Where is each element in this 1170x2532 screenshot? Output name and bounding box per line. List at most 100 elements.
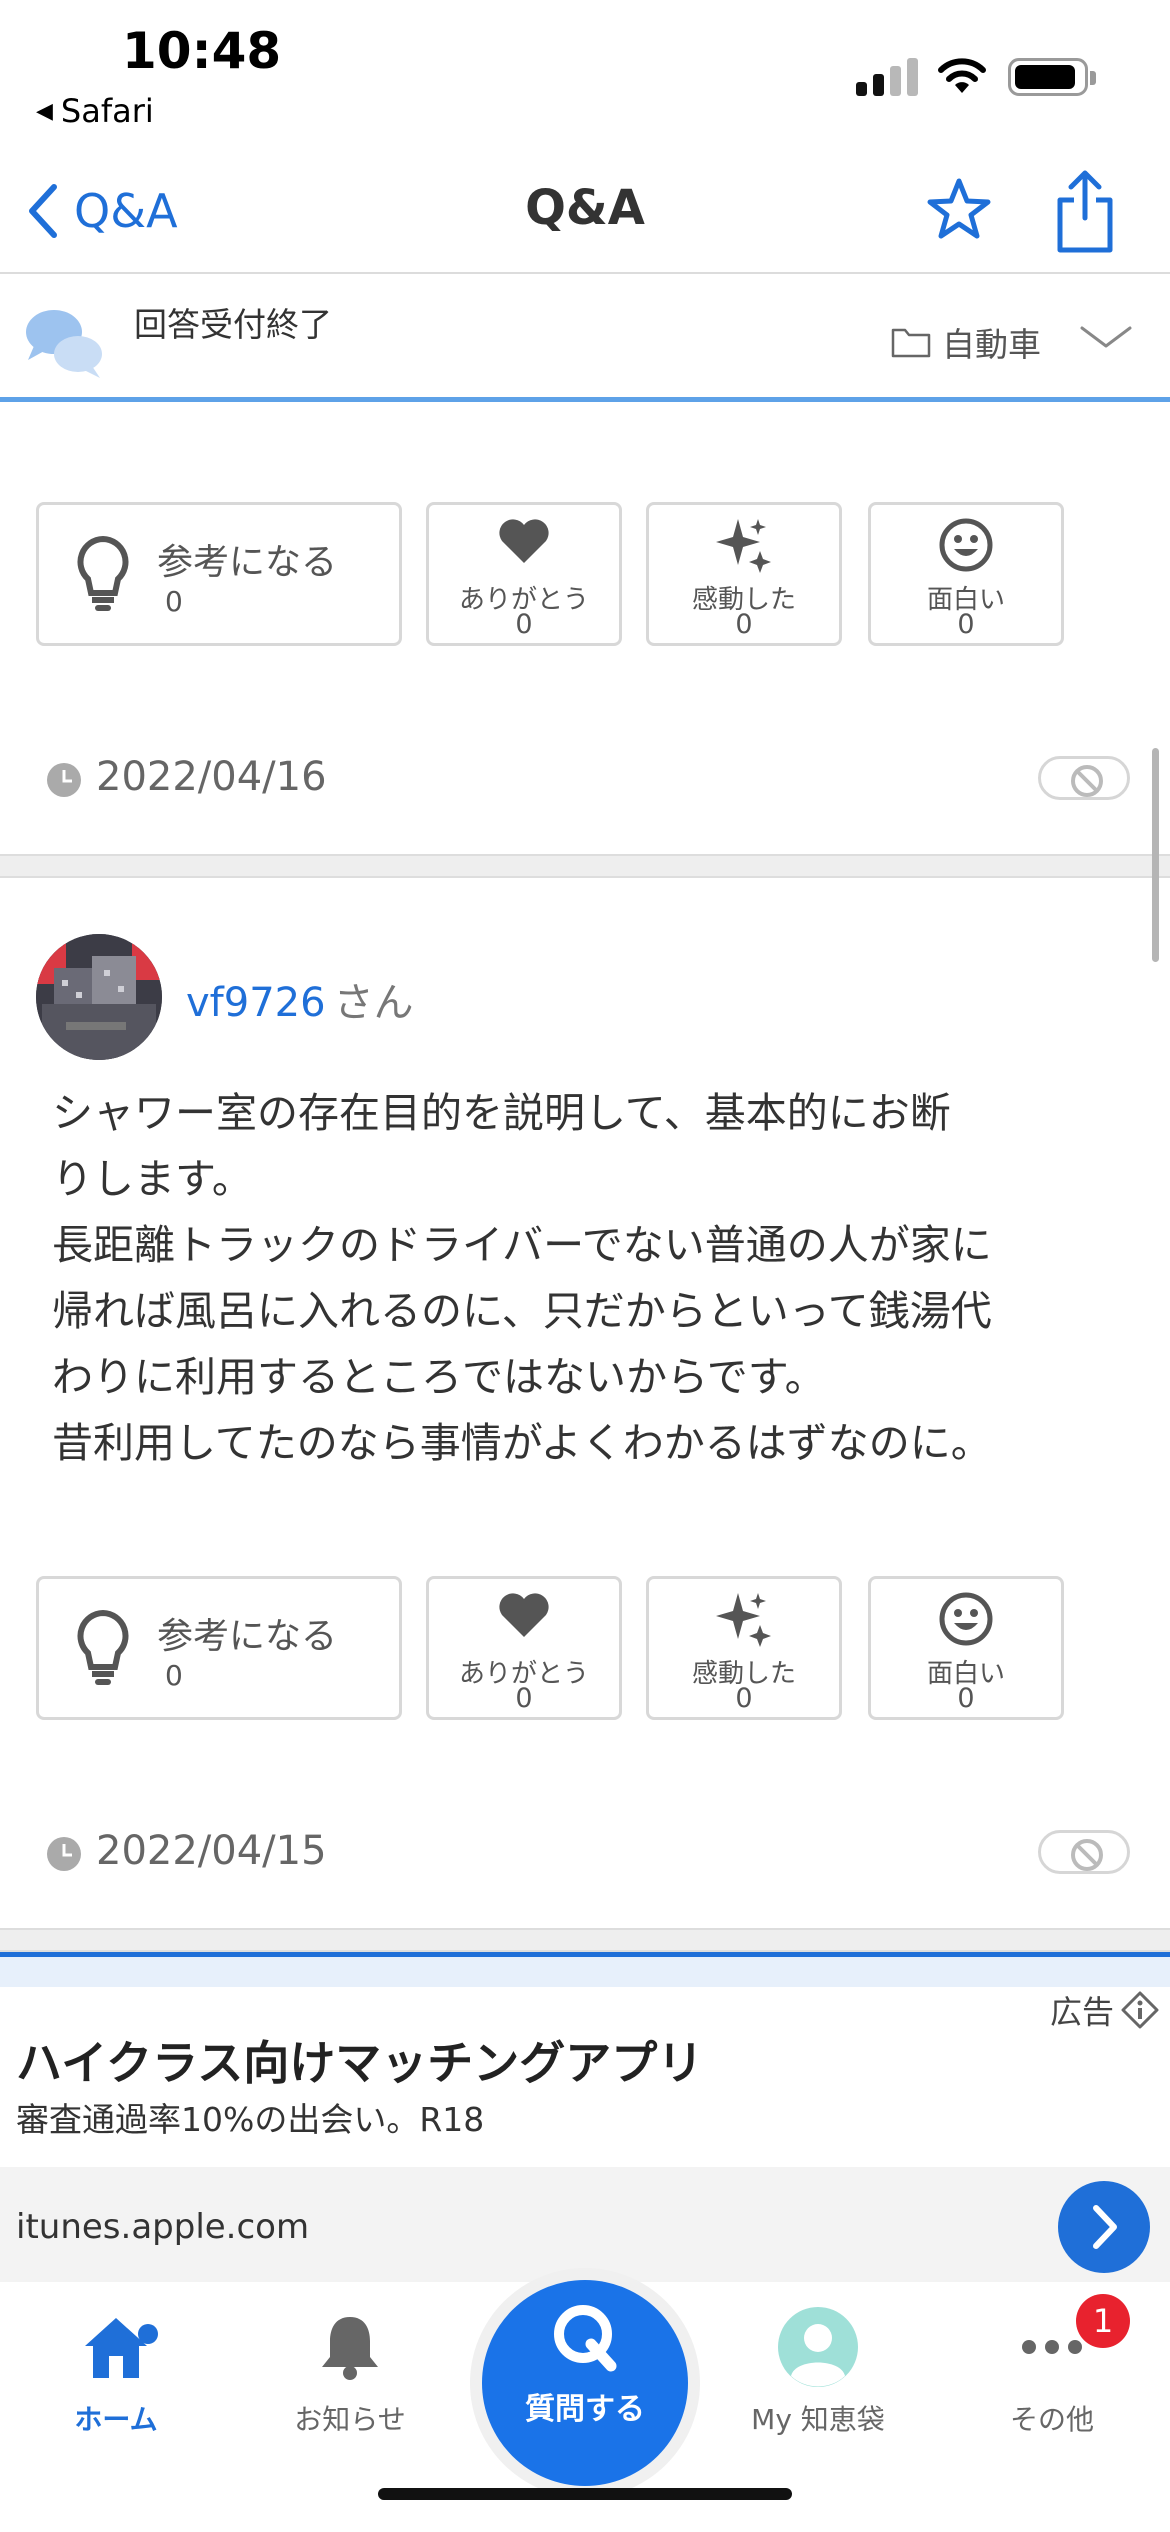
cellular-signal-icon [856, 56, 920, 96]
ad-label-text: 広告 [1049, 1993, 1114, 2031]
helpful-button[interactable]: 参考になる 0 [36, 502, 402, 646]
answer-body: シャワー室の存在目的を説明して、基本的にお断 りします。 長距離トラックのドライ… [52, 1080, 1142, 1476]
tab-home[interactable]: ホーム [26, 2302, 206, 2438]
clock-time: 10:48 [122, 22, 282, 80]
username-link[interactable]: vf9726 [186, 980, 326, 1026]
more-dots-icon [1022, 2340, 1082, 2354]
home-icon [85, 2318, 147, 2378]
reaction-buttons: 参考になる 0 ありがとう 0 感動した 0 面白い 0 [36, 1576, 1066, 1720]
funny-button[interactable]: 面白い 0 [868, 502, 1064, 646]
section-divider [0, 854, 1170, 878]
chevron-right-icon [1093, 2205, 1117, 2249]
category-label: 自動車 [942, 325, 1041, 364]
scrollbar[interactable] [1152, 748, 1159, 962]
ask-question-label: 質問する [525, 2392, 645, 2427]
hide-answer-button[interactable] [1038, 756, 1130, 800]
back-triangle-icon: ◀ [36, 99, 53, 124]
chat-bubbles-icon [26, 310, 102, 378]
helpful-count: 0 [165, 585, 183, 618]
heart-icon [499, 1593, 549, 1637]
home-indicator[interactable] [378, 2488, 792, 2500]
q-icon [554, 2305, 617, 2372]
answer-line: シャワー室の存在目的を説明して、基本的にお断 [52, 1089, 951, 1137]
helpful-count: 0 [165, 1659, 183, 1692]
notification-badge: 1 [1076, 2294, 1130, 2348]
heart-icon [499, 519, 549, 563]
user-avatar-icon [778, 2307, 858, 2387]
tab-more-label: その他 [1009, 2403, 1094, 2436]
tab-notifications[interactable]: お知らせ [260, 2302, 440, 2438]
ad-label[interactable]: 広告 [1050, 1987, 1160, 2033]
thanks-button[interactable]: ありがとう 0 [426, 502, 622, 646]
previous-answer-date-row: 2022/04/16 [0, 750, 1170, 810]
avatar[interactable] [36, 934, 162, 1060]
avatar-image [36, 934, 162, 1060]
wifi-icon [938, 58, 986, 93]
ad-url: itunes.apple.com [16, 2207, 310, 2247]
bell-icon [322, 2317, 378, 2380]
helpful-label: 参考になる [157, 1616, 338, 1657]
hide-answer-button[interactable] [1038, 1830, 1130, 1874]
tab-my-chiebukuro[interactable]: My 知恵袋 [728, 2302, 908, 2438]
answer-line: りします。 [52, 1155, 253, 1203]
ask-question-button-wrap: 質問する [470, 2268, 700, 2498]
ad-top-band [0, 1957, 1170, 1987]
funny-button[interactable]: 面白い 0 [868, 1576, 1064, 1720]
tab-my-chiebukuro-label: My 知恵袋 [751, 2403, 885, 2436]
thanks-count: 0 [515, 609, 533, 640]
clock-icon [47, 763, 81, 797]
moved-count: 0 [735, 1683, 753, 1714]
battery-icon [1008, 58, 1096, 96]
favorite-star-icon[interactable] [924, 174, 994, 244]
section-divider [0, 1928, 1170, 1952]
smiley-icon [939, 1592, 993, 1646]
tab-notifications-label: お知らせ [294, 2403, 406, 2436]
answer-line: 帰れば風呂に入れるのに、只だからといって銭湯代 [52, 1287, 992, 1335]
tab-more[interactable]: 1 その他 [962, 2294, 1142, 2438]
share-icon[interactable] [1050, 166, 1120, 256]
helpful-label: 参考になる [157, 542, 338, 583]
folder-icon [891, 328, 931, 358]
answer-date: 2022/04/15 [96, 1828, 327, 1874]
answer-status-text: 回答受付終了 [134, 305, 332, 344]
moved-button[interactable]: 感動した 0 [646, 1576, 842, 1720]
navigation-bar: Q&A Q&A [0, 150, 1170, 274]
tab-home-label: ホーム [74, 2403, 158, 2436]
back-to-app-link[interactable]: ◀ Safari [36, 92, 154, 130]
sparkle-icon [716, 1593, 771, 1647]
answer-date-row: 2022/04/15 [0, 1824, 1170, 1884]
funny-count: 0 [957, 609, 975, 640]
moved-button[interactable]: 感動した 0 [646, 502, 842, 646]
lightbulb-icon [77, 535, 129, 611]
block-icon [1071, 1839, 1103, 1871]
sparkle-icon [716, 519, 771, 573]
clock-icon [47, 1837, 81, 1871]
answer-date: 2022/04/16 [96, 754, 327, 800]
ad-info-icon [1121, 1991, 1159, 2029]
reaction-buttons: 参考になる 0 ありがとう 0 感動した 0 面白い 0 [36, 502, 1066, 646]
status-bar: 10:48 ◀ Safari [0, 0, 1170, 140]
block-icon [1071, 765, 1103, 797]
ad-description: 審査通過率10%の出会い。R18 [16, 2100, 485, 2139]
back-app-label: Safari [60, 92, 154, 130]
answer-line: 長距離トラックのドライバーでない普通の人が家に [52, 1221, 992, 1269]
smiley-icon [939, 518, 993, 572]
new-indicator-dot [138, 2324, 158, 2344]
honorific: さん [333, 980, 414, 1026]
ad-open-button[interactable] [1058, 2181, 1150, 2273]
funny-count: 0 [957, 1683, 975, 1714]
helpful-button[interactable]: 参考になる 0 [36, 1576, 402, 1720]
thanks-count: 0 [515, 1683, 533, 1714]
ad-banner[interactable]: 広告 ハイクラス向けマッチングアプリ 審査通過率10%の出会い。R18 itun… [0, 1952, 1170, 2287]
answer-line: わりに利用するところではないからです。 [52, 1353, 826, 1401]
lightbulb-icon [77, 1609, 129, 1685]
category-link[interactable]: 自動車 [890, 318, 1041, 366]
ad-title[interactable]: ハイクラス向けマッチングアプリ [16, 2027, 703, 2093]
chevron-down-icon[interactable] [1078, 322, 1134, 352]
ask-question-button[interactable]: 質問する [482, 2280, 688, 2486]
moved-count: 0 [735, 609, 753, 640]
thanks-button[interactable]: ありがとう 0 [426, 1576, 622, 1720]
question-status-row: 回答受付終了 自動車 [0, 274, 1170, 402]
answer-author: vf9726 さん [186, 970, 414, 1028]
page-title: Q&A [525, 180, 645, 236]
